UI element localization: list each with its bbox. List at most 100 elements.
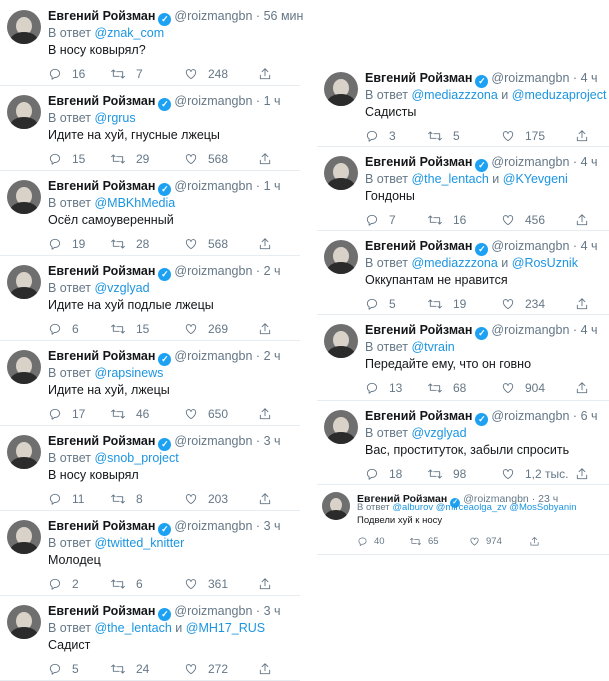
like-icon[interactable]	[501, 213, 525, 227]
share-icon[interactable]	[575, 467, 599, 481]
tweet[interactable]: Евгений Ройзман ✓ @roizmangbn · 3 ч В отве…	[0, 595, 300, 681]
tweet-time[interactable]: 4 ч	[581, 71, 598, 85]
like-icon[interactable]	[184, 577, 208, 591]
retweet-button[interactable]: 24	[110, 662, 149, 676]
author-handle[interactable]: @roizmangbn	[174, 349, 252, 363]
tweet-time[interactable]: 3 ч	[264, 519, 281, 533]
author-handle[interactable]: @roizmangbn	[174, 434, 252, 448]
share-button[interactable]	[575, 297, 599, 311]
share-button[interactable]	[258, 237, 282, 251]
share-button[interactable]	[258, 322, 282, 336]
reply-mention-link[interactable]: @mediazzzona	[411, 256, 497, 270]
author-name[interactable]: Евгений Ройзман	[365, 409, 472, 423]
author-handle[interactable]: @roizmangbn	[491, 155, 569, 169]
like-button[interactable]: 269	[184, 322, 228, 336]
reply-icon[interactable]	[48, 322, 72, 336]
like-button[interactable]: 361	[184, 577, 228, 591]
retweet-icon[interactable]	[427, 129, 453, 143]
like-icon[interactable]	[501, 129, 525, 143]
retweet-icon[interactable]	[110, 492, 136, 506]
author-handle[interactable]: @roizmangbn	[174, 179, 252, 193]
share-button[interactable]	[258, 152, 282, 166]
author-name[interactable]: Евгений Ройзман	[48, 349, 155, 363]
retweet-icon[interactable]	[427, 381, 453, 395]
tweet[interactable]: Евгений Ройзман ✓ @roizmangbn · 1 ч В отве…	[0, 170, 300, 256]
reply-icon[interactable]	[365, 297, 389, 311]
author-handle[interactable]: @roizmangbn	[491, 409, 569, 423]
retweet-icon[interactable]	[427, 467, 453, 481]
avatar[interactable]	[7, 520, 41, 554]
avatar[interactable]	[322, 492, 350, 520]
reply-mention-link[interactable]: @alburov	[392, 502, 433, 513]
reply-button[interactable]: 16	[48, 67, 85, 81]
tweet[interactable]: Евгений Ройзман ✓ @roizmangbn · 4 ч В отве…	[317, 62, 609, 147]
share-icon[interactable]	[575, 297, 599, 311]
like-icon[interactable]	[184, 662, 208, 676]
like-icon[interactable]	[184, 492, 208, 506]
retweet-icon[interactable]	[427, 213, 453, 227]
reply-mention-link[interactable]: @twitted_knitter	[94, 536, 184, 550]
reply-button[interactable]: 3	[365, 129, 396, 143]
author-name[interactable]: Евгений Ройзман	[48, 434, 155, 448]
like-icon[interactable]	[501, 467, 525, 481]
share-button[interactable]	[575, 467, 599, 481]
reply-icon[interactable]	[365, 129, 389, 143]
share-icon[interactable]	[258, 577, 282, 591]
reply-icon[interactable]	[48, 237, 72, 251]
avatar[interactable]	[7, 605, 41, 639]
like-button[interactable]: 904	[501, 381, 545, 395]
share-icon[interactable]	[575, 129, 599, 143]
author-handle[interactable]: @roizmangbn	[174, 604, 252, 618]
author-handle[interactable]: @roizmangbn	[174, 264, 252, 278]
retweet-icon[interactable]	[409, 536, 428, 547]
tweet[interactable]: Евгений Ройзман ✓ @roizmangbn · 2 ч В отве…	[0, 340, 300, 426]
reply-mention-link[interactable]: @tvrain	[411, 340, 454, 354]
retweet-icon[interactable]	[110, 407, 136, 421]
share-icon[interactable]	[575, 213, 599, 227]
share-button[interactable]	[258, 407, 282, 421]
share-button[interactable]	[258, 492, 282, 506]
share-button[interactable]	[575, 213, 599, 227]
avatar[interactable]	[7, 95, 41, 129]
avatar[interactable]	[324, 240, 358, 274]
reply-button[interactable]: 11	[48, 492, 84, 506]
tweet[interactable]: Евгений Ройзман ✓ @roizmangbn · 6 ч В отве…	[317, 400, 609, 485]
reply-mention-link[interactable]: @RosUznik	[512, 256, 578, 270]
author-name[interactable]: Евгений Ройзман	[48, 94, 155, 108]
tweet-time[interactable]: 2 ч	[264, 264, 281, 278]
author-name[interactable]: Евгений Ройзман	[48, 264, 155, 278]
retweet-button[interactable]: 68	[427, 381, 466, 395]
tweet-time[interactable]: 1 ч	[264, 94, 281, 108]
retweet-icon[interactable]	[110, 577, 136, 591]
tweet[interactable]: Евгений Ройзман ✓ @roizmangbn · 56 мин В о…	[0, 0, 303, 86]
like-icon[interactable]	[501, 297, 525, 311]
retweet-icon[interactable]	[110, 67, 136, 81]
retweet-button[interactable]: 6	[110, 577, 143, 591]
author-name[interactable]: Евгений Ройзман	[48, 179, 155, 193]
tweet-time[interactable]: 56 мин	[264, 9, 304, 23]
author-handle[interactable]: @roizmangbn	[491, 239, 569, 253]
reply-button[interactable]: 6	[48, 322, 79, 336]
reply-icon[interactable]	[365, 381, 389, 395]
share-icon[interactable]	[258, 662, 282, 676]
like-button[interactable]: 248	[184, 67, 228, 81]
retweet-button[interactable]: 16	[427, 213, 466, 227]
like-icon[interactable]	[184, 67, 208, 81]
reply-icon[interactable]	[48, 407, 72, 421]
tweet[interactable]: Евгений Ройзман ✓ @roizmangbn · 4 ч В отве…	[317, 314, 609, 401]
share-button[interactable]	[258, 662, 282, 676]
reply-button[interactable]: 40	[357, 536, 385, 547]
reply-button[interactable]: 5	[365, 297, 396, 311]
reply-button[interactable]: 13	[365, 381, 402, 395]
reply-mention-link[interactable]: @the_lentach	[411, 172, 488, 186]
reply-icon[interactable]	[48, 577, 72, 591]
share-icon[interactable]	[529, 536, 546, 547]
avatar[interactable]	[7, 265, 41, 299]
retweet-icon[interactable]	[110, 322, 136, 336]
author-name[interactable]: Евгений Ройзман	[365, 155, 472, 169]
reply-mention-link[interactable]: @meduzaproject	[512, 88, 607, 102]
reply-mention-link[interactable]: @MosSobyanin	[509, 502, 576, 513]
retweet-button[interactable]: 29	[110, 152, 149, 166]
retweet-icon[interactable]	[110, 237, 136, 251]
retweet-button[interactable]: 65	[409, 536, 439, 547]
